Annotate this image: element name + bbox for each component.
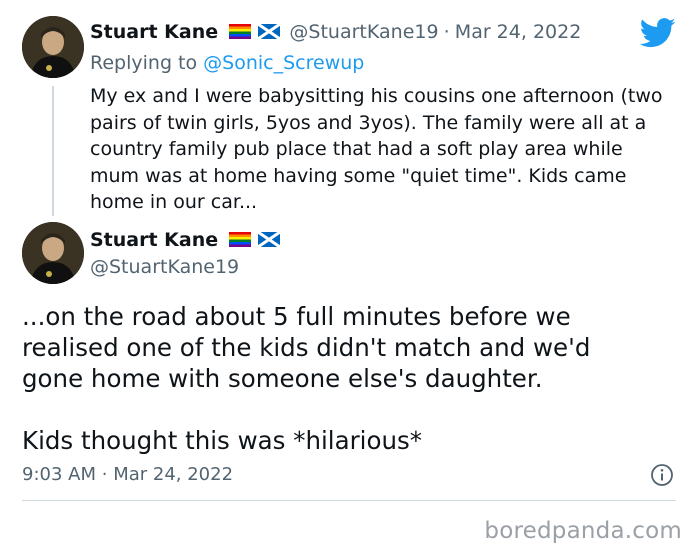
tweet-date: Mar 24, 2022 [113, 464, 234, 485]
replying-to-line: Replying to @Sonic_Screwup [90, 52, 364, 74]
first-tweet-body-line: My ex and I were babysitting his cousins… [90, 85, 663, 107]
avatar-first[interactable] [22, 16, 84, 78]
scotland-flag-icon [257, 230, 282, 251]
avatar-second[interactable] [22, 222, 84, 284]
second-tweet-header: Stuart Kane [90, 229, 282, 251]
first-tweet-body-line: mum was at home having some "quiet time"… [90, 164, 627, 187]
second-tweet-body-line: Kids thought this was *hilarious* [22, 426, 423, 455]
boredpanda-watermark: boredpanda.com [484, 518, 682, 544]
rainbow-flag-icon [229, 232, 252, 251]
first-tweet-body: My ex and I were babysitting his cousins… [90, 83, 680, 216]
tweet-date[interactable]: Mar 24, 2022 [455, 21, 582, 43]
scotland-flag-icon [257, 22, 282, 43]
avatar-photo [22, 16, 84, 78]
replying-prefix: Replying to [90, 52, 198, 74]
tweet-time: 9:03 AM [22, 464, 96, 485]
first-tweet-body-line: pairs of twin girls, 5yos and 3yos). The… [90, 111, 647, 134]
avatar-photo [22, 222, 84, 284]
author-name[interactable]: Stuart Kane [90, 21, 218, 43]
author-handle[interactable]: @StuartKane19 [90, 256, 239, 278]
first-tweet-header: Stuart Kane @StuartKane19 · Mar 24, 2022 [90, 21, 581, 43]
twitter-bird-icon[interactable] [639, 18, 676, 52]
second-tweet-body-line: realised one of the kids didn't match an… [22, 333, 591, 362]
tweet-timestamp[interactable]: 9:03 AM · Mar 24, 2022 [22, 464, 233, 485]
replying-to-mention[interactable]: @Sonic_Screwup [203, 52, 364, 74]
second-tweet-body: ...on the road about 5 full minutes befo… [22, 301, 682, 456]
first-tweet-body-line: home in our car... [90, 191, 258, 213]
thread-connector-line [52, 86, 54, 216]
tweet-divider [22, 500, 676, 501]
first-tweet-body-line: country family pub place that had a soft… [90, 138, 623, 160]
rainbow-flag-icon [229, 24, 252, 43]
author-handle[interactable]: @StuartKane19 [289, 21, 438, 43]
second-tweet-body-line: gone home with someone else's daughter. [22, 364, 543, 393]
timestamp-separator: · [101, 464, 108, 485]
second-tweet-body-line: ...on the road about 5 full minutes befo… [22, 302, 571, 331]
info-icon[interactable] [650, 463, 674, 491]
author-name[interactable]: Stuart Kane [90, 229, 218, 251]
header-separator: · [443, 21, 450, 43]
